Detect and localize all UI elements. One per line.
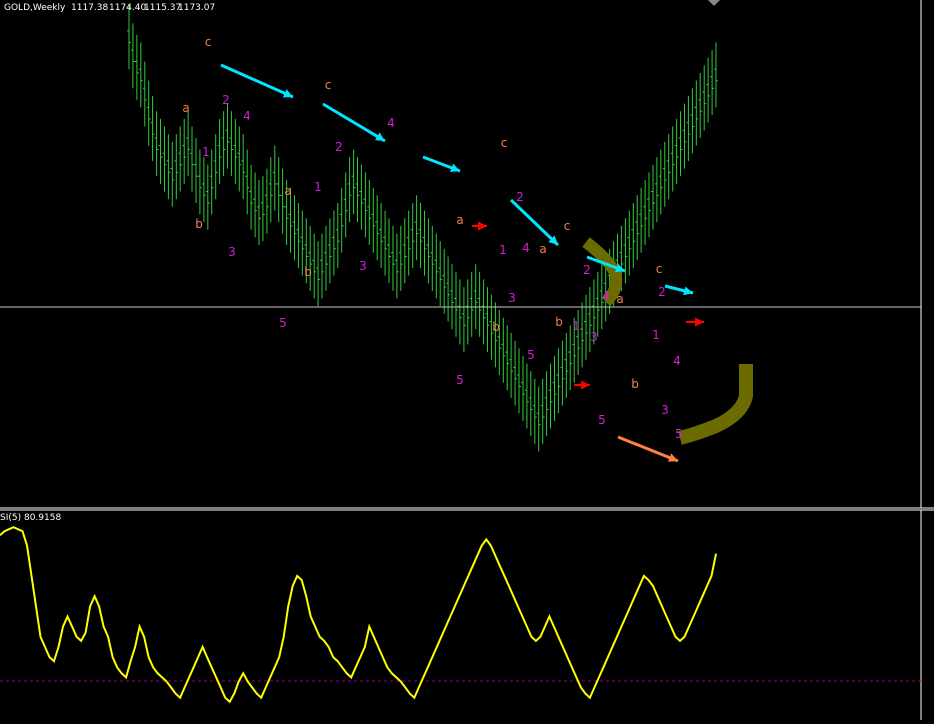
wave-label-magenta: 2 (583, 263, 591, 277)
wave-label-orange: b (492, 320, 500, 334)
wave-label-orange: a (284, 184, 291, 198)
top-scroll-marker (708, 0, 720, 6)
wave-label-magenta: 5 (456, 373, 464, 387)
wave-label-magenta: 4 (602, 289, 610, 303)
wave-label-orange: a (182, 101, 189, 115)
wave-label-magenta: 1 (314, 180, 322, 194)
main-panel (0, 0, 934, 720)
ohlc-close: 1173.07 (178, 3, 216, 13)
ohlc-low: 1115.37 (144, 3, 182, 13)
annotations: cabcabcabacbabc241351243521 4352413521435 (182, 35, 753, 463)
indicator-line (0, 526, 717, 704)
wave-label-magenta: 4 (243, 109, 251, 123)
wave-label-magenta: 4 (387, 116, 395, 130)
wave-label-magenta: 2 (222, 93, 230, 107)
wave-label-magenta: 2 (516, 190, 524, 204)
cyan-arrow (509, 198, 560, 247)
red-arrow-head (695, 317, 704, 327)
wave-label-magenta: 3 (359, 259, 367, 273)
wave-label-magenta: 1 (652, 328, 660, 342)
wave-label-orange: a (539, 242, 546, 256)
wave-label-orange: c (656, 262, 663, 276)
wave-label-orange: c (501, 136, 508, 150)
wave-label-magenta: 4 (673, 354, 681, 368)
wave-label-magenta: 3 (228, 245, 236, 259)
red-arrow-head (581, 380, 590, 390)
wave-label-magenta: 1 (572, 319, 580, 333)
cyan-arrow (220, 63, 294, 99)
cyan-arrow (322, 102, 386, 143)
wave-label-orange: b (195, 217, 203, 231)
wave-label-magenta: 5 (598, 413, 606, 427)
wave-label-magenta: 2 (335, 140, 343, 154)
wave-label-magenta: 1 (202, 145, 210, 159)
symbol-label: GOLD,Weekly (4, 3, 66, 13)
wave-label-orange: c (325, 78, 332, 92)
wave-label-magenta: 4 (522, 241, 530, 255)
wave-label-orange: b (555, 315, 563, 329)
wave-label-magenta: 2 (658, 285, 666, 299)
wave-label-orange: c (205, 35, 212, 49)
wave-label-magenta: 5 (279, 316, 287, 330)
wave-label-magenta: 3 (508, 291, 516, 305)
wave-label-magenta: 3 (590, 330, 598, 344)
salmon-arrow (617, 435, 679, 463)
wave-label-orange: a (616, 292, 623, 306)
wave-label-orange: b (631, 377, 639, 391)
wave-label-orange: c (564, 219, 571, 233)
indicator-label: SI(5) 80.9158 (0, 513, 62, 523)
chart-root: cabcabcabacbabc2413512435214352413521435… (0, 0, 934, 720)
wave-label-orange: b (304, 265, 312, 279)
ohlc-open: 1117.38 (71, 3, 109, 13)
wave-label-orange: a (456, 213, 463, 227)
olive-curve (678, 364, 753, 445)
red-arrow-head (478, 221, 487, 231)
price-chart: cabcabcabacbabc241351243521 4352413521435 (0, 0, 934, 720)
wave-label-magenta: 1 (499, 243, 507, 257)
indicator-panel (0, 526, 921, 704)
wave-label-magenta: 3 (661, 403, 669, 417)
wave-label-magenta: 5 (527, 348, 535, 362)
ohlc-high: 1174.40 (109, 3, 147, 13)
wave-label-magenta: 5 (675, 427, 683, 441)
